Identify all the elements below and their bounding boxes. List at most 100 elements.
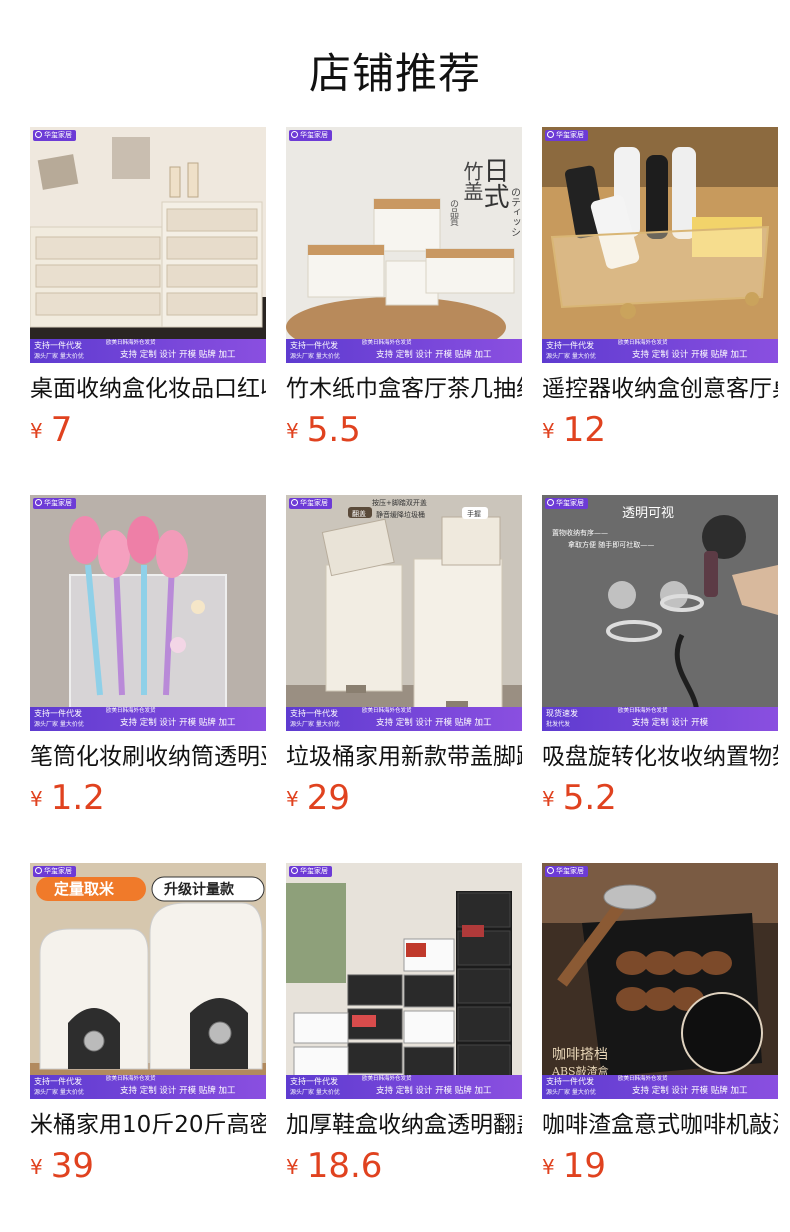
store-badge-label: 华玺家居 xyxy=(300,867,328,875)
drawer xyxy=(166,236,258,260)
shoe-box xyxy=(293,1012,349,1044)
product-image[interactable]: 华玺家居 支持一件代发 源头厂家 量大价优 欧美日韩海外仓发货 支持 定制 设计… xyxy=(30,495,266,731)
store-badge-label: 华玺家居 xyxy=(300,499,328,507)
price-value: 1.2 xyxy=(50,778,105,818)
overlay-note: の品質 xyxy=(448,199,459,227)
product-card-6[interactable]: 透明可视 置物收纳有序—— 拿取方便 随手即可社取—— 华玺家居 现货速发 批发代发… xyxy=(542,495,778,849)
product-image[interactable]: 日式 竹盖 のティッシ の品質 华玺家居 支持一件代发 源头厂家 量大价优 欧美日韩海… xyxy=(286,127,522,363)
sticker xyxy=(170,637,186,653)
brush-head xyxy=(98,530,130,578)
store-badge-label: 华玺家居 xyxy=(556,867,584,875)
product-image[interactable]: 透明可视 置物收纳有序—— 拿取方便 随手即可社取—— 华玺家居 现货速发 批发代发… xyxy=(542,495,778,731)
store-badge: 华玺家居 xyxy=(289,130,332,141)
portafilter xyxy=(603,884,657,910)
promo-right: 支持 定制 设计 开模 贴牌 加工 xyxy=(120,718,236,728)
product-card-4[interactable]: 华玺家居 支持一件代发 源头厂家 量大价优 欧美日韩海外仓发货 支持 定制 设计… xyxy=(30,495,266,849)
promo-right: 支持 定制 设计 开模 xyxy=(632,718,709,728)
promo-line2: 源头厂家 量大价优 xyxy=(290,721,340,728)
product-card-7[interactable]: 定量取米 升级计量款 华玺家居 支持一件代发 源头厂家 量大价优 欧美日韩海外仓发… xyxy=(30,863,266,1217)
coffee-puck xyxy=(644,951,676,975)
product-card-8[interactable]: 华玺家居 支持一件代发 源头厂家 量大价优 欧美日韩海外仓发货 支持 定制 设计… xyxy=(286,863,522,1217)
store-badge: 华玺家居 xyxy=(33,498,76,509)
product-name[interactable]: 笔筒化妆刷收纳筒透明亚克力 xyxy=(30,742,266,772)
product-card-3[interactable]: 华玺家居 支持一件代发 源头厂家 量大价优 欧美日韩海外仓发货 支持 定制 设计… xyxy=(542,127,778,481)
store-badge: 华玺家居 xyxy=(33,866,76,877)
promo-line2: 源头厂家 量大价优 xyxy=(34,721,84,728)
note-card xyxy=(37,154,79,190)
product-card-5[interactable]: 按压+脚踏双开盖 翻盖 静音缓降垃圾桶 手握 华玺家居 支持一件代发 源头厂家 量大价… xyxy=(286,495,522,849)
gold-foot xyxy=(745,292,759,306)
product-name[interactable]: 米桶家用10斤20斤高密封防虫 xyxy=(30,1110,266,1140)
promo-small: 欧美日韩海外仓发货 xyxy=(618,340,668,346)
product-price: ¥19 xyxy=(542,1146,778,1187)
overlay-note: 拿取方便 随手即可社取—— xyxy=(568,540,654,549)
note-card xyxy=(112,137,150,179)
product-image[interactable]: 定量取米 升级计量款 华玺家居 支持一件代发 源头厂家 量大价优 欧美日韩海外仓发… xyxy=(30,863,266,1099)
product-name[interactable]: 垃圾桶家用新款带盖脚踏式 xyxy=(286,742,522,772)
promo-strip: 支持一件代发 源头厂家 量大价优 欧美日韩海外仓发货 支持 定制 设计 开模 贴… xyxy=(286,1075,522,1099)
promo-right: 支持 定制 设计 开模 贴牌 加工 xyxy=(632,350,748,360)
pedal xyxy=(346,685,366,693)
promo-line1: 支持一件代发 xyxy=(34,1077,82,1086)
product-name[interactable]: 桌面收纳盒化妆品口红收纳 xyxy=(30,374,266,404)
page-title: 店铺推荐 xyxy=(308,49,481,98)
promo-line1: 支持一件代发 xyxy=(34,341,82,350)
product-image[interactable]: 咖啡搭档 ABS敲渣盒 华玺家居 支持一件代发 源头厂家 量大价优 欧美日韩海外仓… xyxy=(542,863,778,1099)
promo-line2: 源头厂家 量大价优 xyxy=(546,353,596,360)
suction-cup xyxy=(608,581,636,609)
shoe-box xyxy=(293,1046,349,1078)
product-name[interactable]: 竹木纸巾盒客厅茶几抽纸盒 xyxy=(286,374,522,404)
remote xyxy=(646,155,668,239)
product-card-1[interactable]: 华玺家居 支持一件代发 源头厂家 量大价优 欧美日韩海外仓发货 支持 定制 设计… xyxy=(30,127,266,481)
bamboo-lid xyxy=(374,199,440,209)
trash-bin xyxy=(413,558,503,710)
product-price: ¥18.6 xyxy=(286,1146,522,1187)
promo-right: 支持 定制 设计 开模 贴牌 加工 xyxy=(376,350,492,360)
overlay-chip: 手握 xyxy=(467,509,481,518)
overlay-title: 透明可视 xyxy=(622,506,674,521)
product-card-2[interactable]: 日式 竹盖 のティッシ の品質 华玺家居 支持一件代发 源头厂家 量大价优 欧美日韩海… xyxy=(286,127,522,481)
promo-line2: 源头厂家 量大价优 xyxy=(34,1089,84,1096)
promo-line1: 支持一件代发 xyxy=(34,709,82,718)
product-image[interactable]: 华玺家居 支持一件代发 源头厂家 量大价优 欧美日韩海外仓发货 支持 定制 设计… xyxy=(30,127,266,363)
promo-strip: 支持一件代发 源头厂家 量大价优 欧美日韩海外仓发货 支持 定制 设计 开模 贴… xyxy=(30,707,266,731)
promo-strip: 现货速发 批发代发 欧美日韩海外仓发货 支持 定制 设计 开模 xyxy=(542,707,778,731)
product-name[interactable]: 加厚鞋盒收纳盒透明翻盖防尘 xyxy=(286,1110,522,1140)
currency-symbol: ¥ xyxy=(542,787,555,811)
product-name[interactable]: 咖啡渣盒意式咖啡机敲渣桶 xyxy=(542,1110,778,1140)
product-illustration: 日式竹盖のティッシの品質 xyxy=(286,127,522,363)
promo-right: 支持 定制 设计 开模 贴牌 加工 xyxy=(120,350,236,360)
drawer xyxy=(166,208,258,232)
shoe xyxy=(462,925,484,937)
product-card-9[interactable]: 咖啡搭档 ABS敲渣盒 华玺家居 支持一件代发 源头厂家 量大价优 欧美日韩海外仓… xyxy=(542,863,778,1217)
overlay-note: 静音缓降垃圾桶 xyxy=(376,510,425,519)
product-image[interactable]: 华玺家居 支持一件代发 源头厂家 量大价优 欧美日韩海外仓发货 支持 定制 设计… xyxy=(286,863,522,1099)
price-value: 7 xyxy=(50,410,73,450)
product-illustration: 透明可视置物收纳有序—— 拿取方便 随手即可社取—— xyxy=(542,495,778,731)
price-value: 5.5 xyxy=(306,410,361,450)
promo-line1: 现货速发 xyxy=(546,709,578,718)
product-name[interactable]: 遥控器收纳盒创意客厅桌面 xyxy=(542,374,778,404)
trash-bin xyxy=(325,564,403,692)
promo-right: 支持 定制 设计 开模 贴牌 加工 xyxy=(376,718,492,728)
shoe-box xyxy=(347,1042,403,1074)
diamond-icon xyxy=(291,499,298,506)
product-price: ¥12 xyxy=(542,410,778,451)
currency-symbol: ¥ xyxy=(286,787,299,811)
promo-line2: 源头厂家 量大价优 xyxy=(546,1089,596,1096)
brush-head xyxy=(156,530,188,578)
overlay-title: 定量取米 xyxy=(54,880,115,898)
product-name[interactable]: 吸盘旋转化妆收纳置物架 xyxy=(542,742,778,772)
product-grid: 华玺家居 支持一件代发 源头厂家 量大价优 欧美日韩海外仓发货 支持 定制 设计… xyxy=(30,127,782,1217)
promo-right: 支持 定制 设计 开模 贴牌 加工 xyxy=(376,1086,492,1096)
bamboo-lid xyxy=(426,249,514,258)
overlay-note: 按压+脚踏双开盖 xyxy=(372,498,427,507)
promo-small: 欧美日韩海外仓发货 xyxy=(618,1076,668,1082)
sticker xyxy=(191,600,205,614)
bottle xyxy=(187,162,199,198)
product-image[interactable]: 华玺家居 支持一件代发 源头厂家 量大价优 欧美日韩海外仓发货 支持 定制 设计… xyxy=(542,127,778,363)
open-lid xyxy=(441,516,501,566)
product-image[interactable]: 按压+脚踏双开盖 翻盖 静音缓降垃圾桶 手握 华玺家居 支持一件代发 源头厂家 量大价… xyxy=(286,495,522,731)
shoe-box xyxy=(457,968,511,1004)
bottle xyxy=(169,166,181,198)
